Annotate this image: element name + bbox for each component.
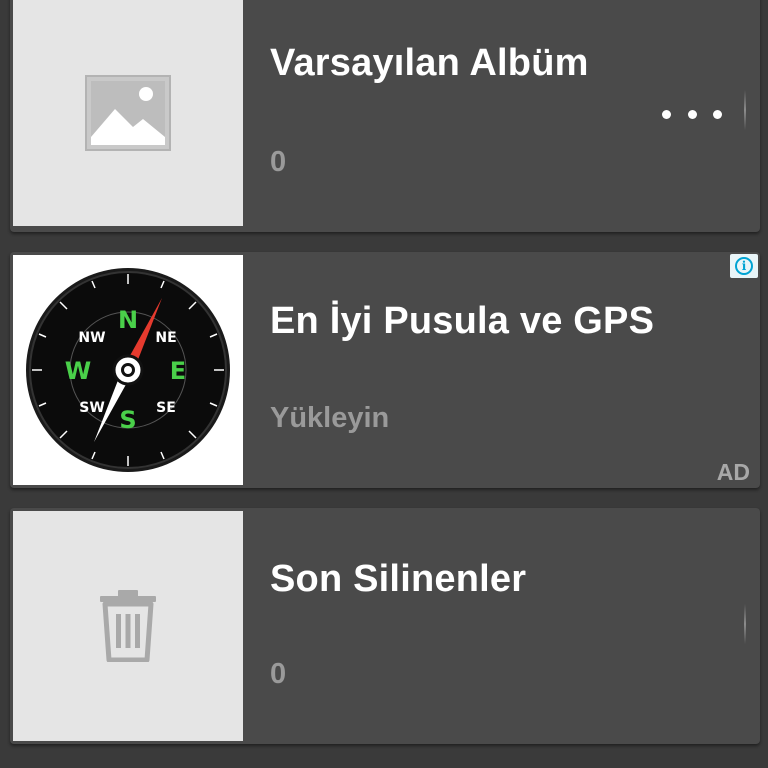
album-title: Varsayılan Albüm: [270, 42, 589, 84]
album-thumbnail[interactable]: [13, 0, 243, 226]
info-icon: i: [735, 257, 753, 275]
image-placeholder-icon: [85, 75, 171, 151]
ad-info-button[interactable]: i: [730, 254, 758, 278]
ad-card[interactable]: N S W E NW NE SW SE En İyi Pusula ve GPS…: [10, 252, 760, 488]
more-options-button[interactable]: [662, 106, 722, 122]
svg-text:N: N: [118, 306, 138, 334]
album-title: Son Silinenler: [270, 558, 527, 600]
album-card-recently-deleted[interactable]: Son Silinenler 0: [10, 508, 760, 744]
svg-text:E: E: [170, 357, 186, 385]
svg-text:NE: NE: [155, 330, 176, 346]
album-photo-count: 0: [270, 658, 287, 690]
svg-text:SE: SE: [156, 400, 176, 416]
svg-text:S: S: [119, 406, 136, 434]
ad-badge: AD: [716, 459, 750, 485]
more-dot: [713, 109, 722, 119]
svg-text:W: W: [65, 357, 91, 385]
drag-handle[interactable]: [744, 604, 746, 644]
album-photo-count: 0: [270, 146, 287, 178]
svg-text:NW: NW: [78, 330, 105, 346]
more-dot: [662, 109, 671, 119]
compass-icon: N S W E NW NE SW SE: [26, 268, 230, 472]
trash-icon: [100, 590, 156, 662]
album-card-default[interactable]: Varsayılan Albüm 0: [10, 0, 760, 232]
ad-cta[interactable]: Yükleyin: [270, 402, 389, 435]
drag-handle[interactable]: [744, 90, 746, 130]
more-dot: [687, 109, 697, 119]
ad-image[interactable]: N S W E NW NE SW SE: [13, 255, 243, 485]
svg-text:SW: SW: [79, 400, 105, 416]
album-thumbnail[interactable]: [13, 511, 243, 741]
ad-title: En İyi Pusula ve GPS: [270, 300, 655, 342]
